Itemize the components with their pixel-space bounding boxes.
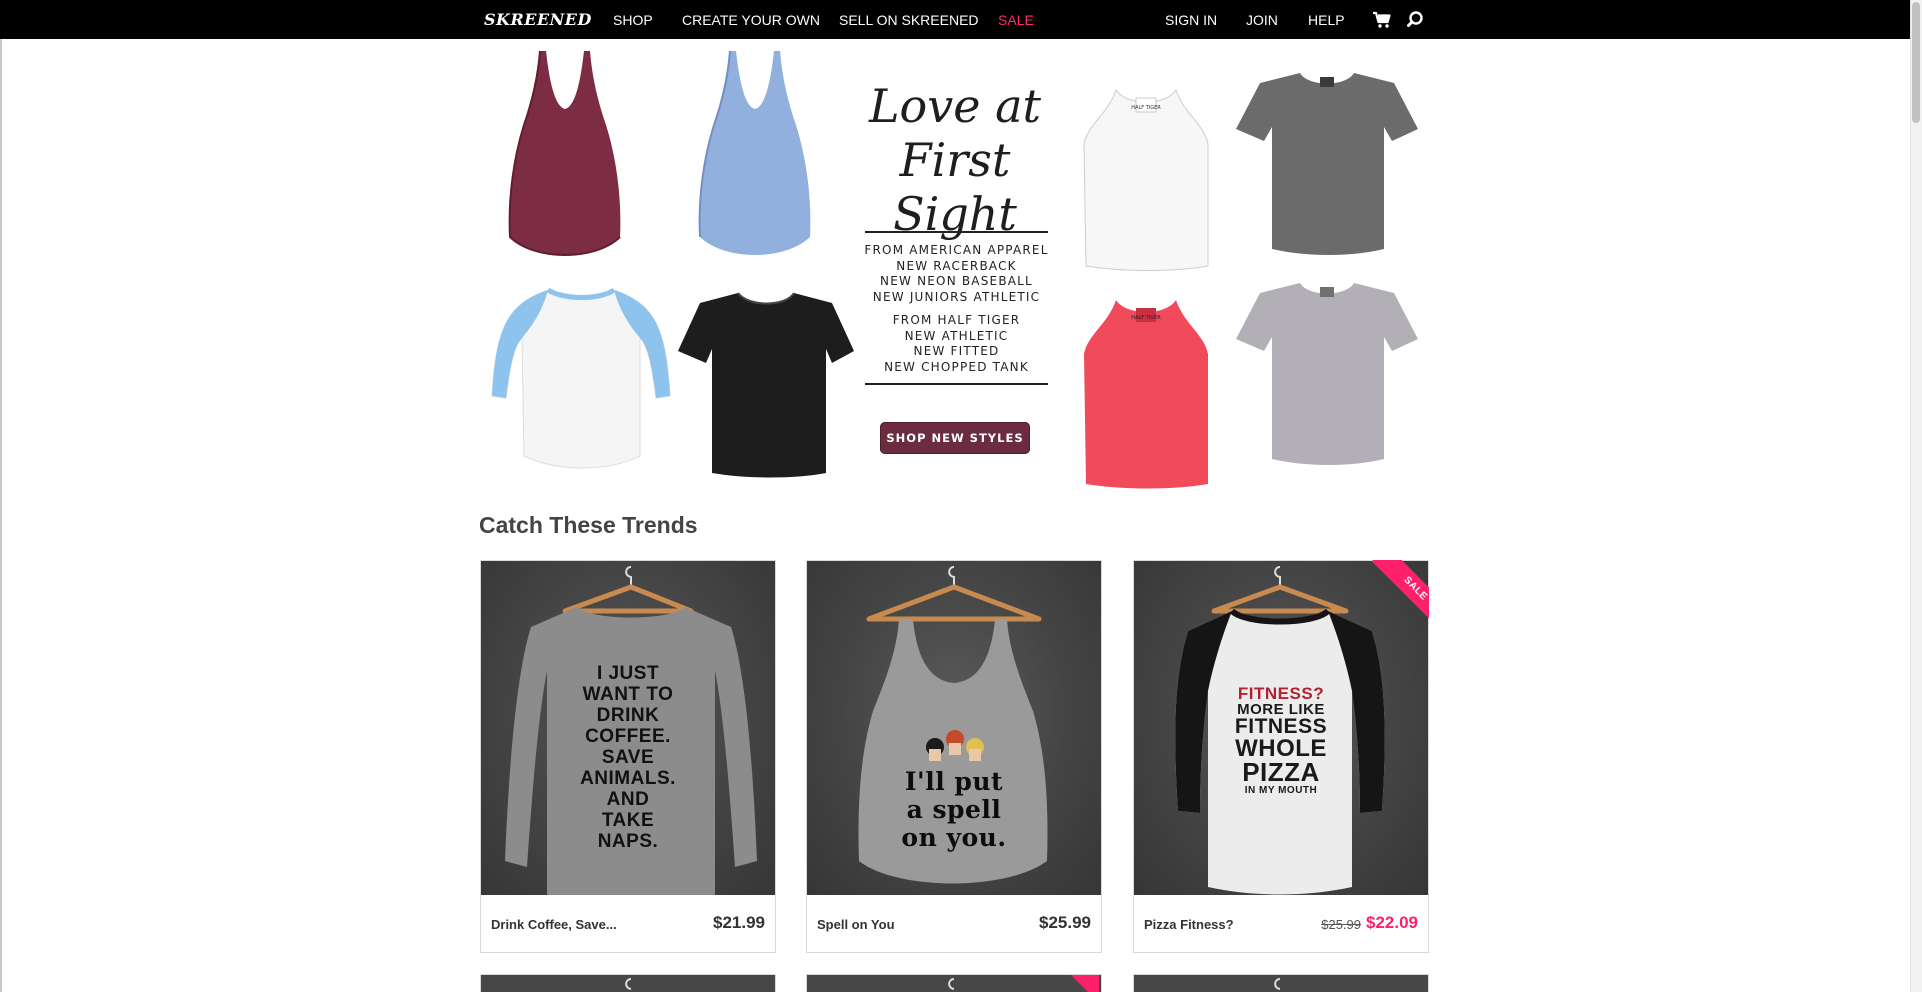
product-image[interactable]: I JUST WANT TO DRINK COFFEE. SAVE ANIMAL…	[481, 561, 775, 895]
blue-racerback-tank-image	[698, 50, 811, 255]
hanger-icon	[625, 978, 632, 990]
hero-line: NEW ATHLETIC	[904, 328, 1009, 343]
maroon-racerback-tank-image	[508, 50, 621, 256]
product-card[interactable]: FITNESS? MORE LIKE FITNESS WHOLE PIZZA I…	[1133, 560, 1429, 953]
skreened-logo[interactable]: SKREENED	[484, 10, 592, 29]
product-name[interactable]: Pizza Fitness?	[1144, 917, 1234, 932]
red-chopped-tank-image: HALF TIGER	[1084, 300, 1208, 489]
american-apparel-list: FROM AMERICAN APPAREL NEW RACERBACK NEW …	[850, 243, 1063, 305]
product-card[interactable]: I'll put a spell on you. Spell on You $2…	[806, 560, 1102, 953]
product-image[interactable]: I'll put a spell on you.	[807, 561, 1101, 895]
hero-line: NEW JUNIORS ATHLETIC	[872, 289, 1041, 304]
page-edge	[0, 39, 2, 992]
hero-divider-bottom	[865, 383, 1048, 385]
light-grey-tee-image	[1236, 283, 1418, 465]
shirt-print-line: PIZZA	[1242, 757, 1320, 787]
section-title-trends: Catch These Trends	[479, 512, 698, 538]
hero-title-line-2: First Sight	[893, 133, 1017, 241]
top-navigation-bar: SKREENED SHOP CREATE YOUR OWN SELL ON SK…	[0, 0, 1910, 39]
dark-grey-tee-image	[1236, 73, 1418, 255]
hero-banner[interactable]: HALF TIGER HALF TIGER Love at First Sigh…	[480, 39, 1428, 489]
shirt-print-line: I'll put	[904, 767, 1004, 796]
hero-line: NEW RACERBACK	[896, 258, 1017, 273]
shirt-print-text: I'll put a spell on you.	[894, 768, 1014, 852]
shirt-print-line: on you.	[901, 823, 1007, 852]
shirt-print-text: FITNESS? MORE LIKE FITNESS WHOLE PIZZA I…	[1221, 685, 1341, 797]
product-sale-price: $22.09	[1366, 913, 1418, 932]
white-tank-tag-label: HALF TIGER	[1131, 105, 1161, 111]
shirt-print-line: WANT TO	[582, 684, 674, 705]
hero-title: Love at First Sight	[840, 79, 1070, 241]
search-icon[interactable]	[1407, 10, 1427, 30]
red-tank-tag-label: HALF TIGER	[1131, 315, 1161, 321]
shirt-print-line: COFFEE.	[585, 726, 671, 747]
hanger-icon	[1274, 978, 1281, 990]
product-name[interactable]: Spell on You	[817, 917, 895, 932]
shirt-print-line: SAVE	[601, 747, 655, 768]
shirt-print-line: DRINK	[596, 705, 660, 726]
cart-icon[interactable]	[1372, 10, 1392, 30]
hero-line: NEW NEON BASEBALL	[880, 274, 1033, 288]
nav-sign-in[interactable]: SIGN IN	[1165, 12, 1217, 28]
nav-sell-on-skreened[interactable]: SELL ON SKREENED	[839, 12, 979, 28]
product-name[interactable]: Drink Coffee, Save...	[491, 917, 617, 932]
hanger-icon	[948, 975, 1099, 992]
nav-join[interactable]: JOIN	[1246, 12, 1278, 28]
hero-line: FROM HALF TIGER	[892, 313, 1021, 327]
hero-line: NEW CHOPPED TANK	[884, 359, 1029, 374]
shirt-print-line-red: FITNESS?	[1237, 684, 1325, 703]
product-price: $21.99	[713, 913, 765, 932]
shirt-print-line: NAPS.	[597, 831, 659, 852]
baseball-raglan-shirt-image	[491, 287, 671, 469]
white-chopped-tank-image: HALF TIGER	[1083, 88, 1209, 271]
product-old-price: $25.99	[1321, 917, 1361, 932]
shop-new-styles-button[interactable]: SHOP NEW STYLES	[880, 422, 1030, 454]
hero-divider-top	[865, 231, 1048, 233]
half-tiger-list: FROM HALF TIGER NEW ATHLETIC NEW FITTED …	[850, 313, 1063, 375]
scroll-thumb[interactable]	[1912, 2, 1920, 123]
black-tee-image	[678, 292, 854, 478]
shirt-print-line: I JUST	[596, 663, 660, 684]
nav-create-your-own[interactable]: CREATE YOUR OWN	[682, 12, 820, 28]
shirt-print-line: AND TAKE	[601, 789, 655, 831]
product-card-next-row[interactable]	[806, 974, 1102, 992]
product-price: $25.99	[1039, 913, 1091, 932]
sale-ribbon: SALE	[1359, 560, 1429, 630]
nav-shop[interactable]: SHOP	[613, 12, 653, 28]
hero-line: FROM AMERICAN APPAREL	[864, 243, 1049, 257]
product-card-next-row[interactable]	[480, 974, 776, 992]
shirt-print-line-small: IN MY MOUTH	[1244, 785, 1318, 796]
shirt-print-line: a spell	[906, 795, 1002, 824]
hero-title-line-1: Love at	[869, 79, 1041, 133]
nav-sale[interactable]: SALE	[998, 12, 1034, 28]
page-scrollbar[interactable]	[1910, 0, 1922, 992]
nav-help[interactable]: HELP	[1308, 12, 1345, 28]
shirt-print-line: ANIMALS.	[580, 768, 676, 789]
shirt-print-line: FITNESS	[1234, 715, 1328, 738]
shirt-print-text: I JUST WANT TO DRINK COFFEE. SAVE ANIMAL…	[578, 663, 678, 852]
product-card[interactable]: I JUST WANT TO DRINK COFFEE. SAVE ANIMAL…	[480, 560, 776, 953]
sale-ribbon-label: SALE	[1371, 560, 1429, 630]
hero-line: NEW FITTED	[913, 344, 1000, 358]
product-card-next-row[interactable]	[1133, 974, 1429, 992]
